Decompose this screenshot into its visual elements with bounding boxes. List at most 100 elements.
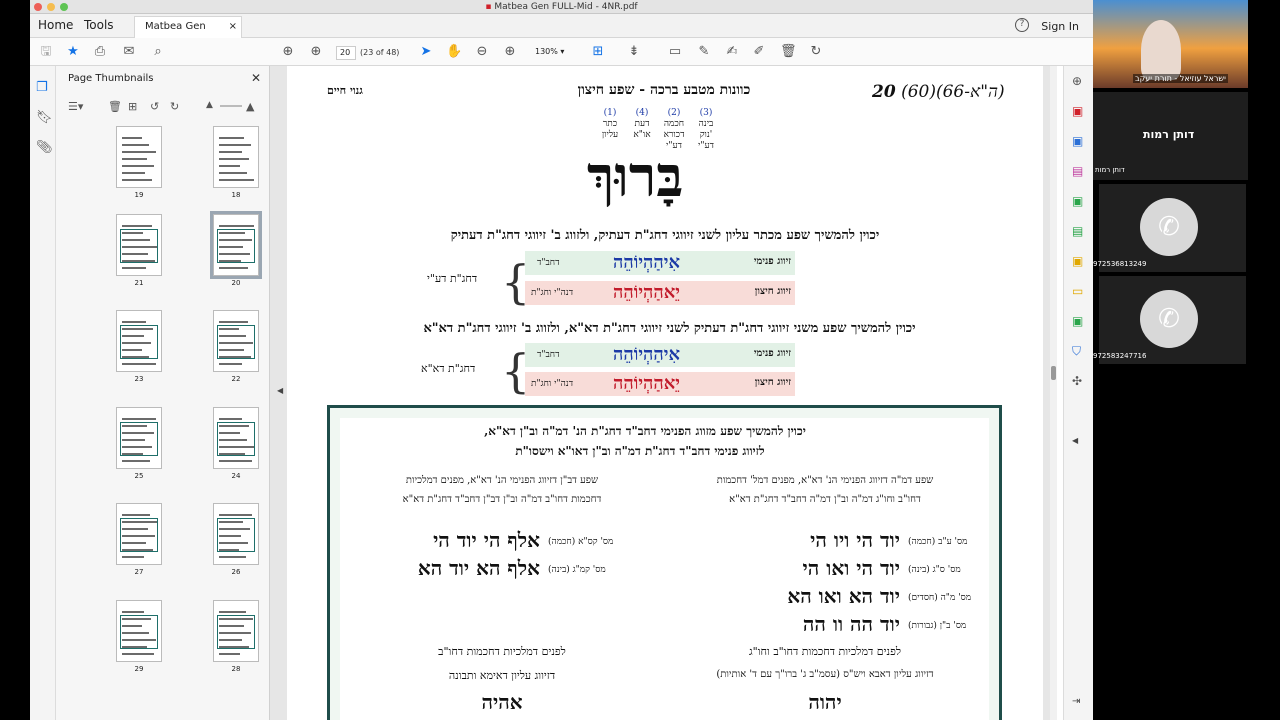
page-thumbnail[interactable] xyxy=(116,407,162,469)
page-thumbnail[interactable] xyxy=(116,600,162,662)
page-thumbnail[interactable] xyxy=(213,503,259,565)
thumbnail-large-icon[interactable]: ▲ xyxy=(246,100,254,113)
create-pdf-icon[interactable]: ▣ xyxy=(1072,104,1083,118)
stamp-icon[interactable]: ✐ xyxy=(751,44,767,60)
row-mid: דחב"ד xyxy=(537,350,560,360)
toolbar: 🖫 ★ ⎙ ✉ ⌕ ⊕ ⊕ 20 (23 of 48) ➤ ✋ ⊖ ⊕ 130%… xyxy=(30,38,1093,66)
tab-document[interactable]: Matbea Gen FULL... × xyxy=(134,16,242,52)
thumbnail-box xyxy=(120,422,158,456)
participant-tile-3[interactable]: ✆ 972583247716 xyxy=(1093,276,1246,364)
protect-icon[interactable]: ⛉ xyxy=(1072,344,1081,359)
highlight-icon[interactable]: ✎ xyxy=(696,44,712,60)
draw-icon[interactable]: ✍ xyxy=(724,44,740,60)
organize-icon[interactable]: ▤ xyxy=(1072,164,1083,178)
page-number-input[interactable]: 20 xyxy=(336,46,356,60)
page-thumbnail[interactable] xyxy=(213,407,259,469)
thumbnail-line xyxy=(219,165,240,167)
more-tools-icon[interactable]: ✣ xyxy=(1072,374,1082,388)
delete-page-icon[interactable]: 🗑 xyxy=(108,100,122,113)
maximize-window-icon[interactable] xyxy=(60,3,68,11)
thumbnail-line xyxy=(219,418,242,420)
bookmarks-icon[interactable]: 🔖︎ xyxy=(36,110,53,125)
sefira-column: (4) דעת או"א xyxy=(627,108,657,141)
thumbnail-line xyxy=(122,556,144,558)
close-window-icon[interactable] xyxy=(34,3,42,11)
page-thumbnail[interactable] xyxy=(213,600,259,662)
export-pdf-icon[interactable]: ▣ xyxy=(1072,194,1083,208)
comment-icon[interactable]: ▭ xyxy=(667,44,683,60)
zoom-in-icon[interactable]: ⊕ xyxy=(502,44,518,60)
sefira-num: (2) xyxy=(667,108,681,118)
zoom-select[interactable]: 130% ▾ xyxy=(532,46,574,60)
delete-icon[interactable]: 🗑 xyxy=(780,44,797,60)
select-tool-icon[interactable]: ➤ xyxy=(418,44,434,60)
zoom-search-icon[interactable]: ⊕ xyxy=(1072,74,1082,88)
tab-tools[interactable]: Tools xyxy=(84,18,114,32)
print-production-icon[interactable]: ▣ xyxy=(1072,314,1083,328)
edit-pdf-icon[interactable]: ▣ xyxy=(1072,254,1083,268)
thumbnail-label: 21 xyxy=(134,279,144,287)
print-icon[interactable]: ⎙ xyxy=(92,44,108,60)
collapse-left-icon[interactable]: ◀ xyxy=(277,386,283,395)
expand-panel-icon[interactable]: ⇥ xyxy=(1072,696,1080,707)
panel-intro-2: לזיווג פנימי דחב"ד דחג"ת דמ"ה וב"ן דאו"א… xyxy=(515,444,765,458)
left-rail: ❐ 🔖︎ 📎︎ xyxy=(30,66,56,720)
combine-icon[interactable]: ▣ xyxy=(1072,134,1083,148)
document-scrollbar[interactable] xyxy=(1050,66,1057,720)
thumbnail-small-icon[interactable]: ▲ xyxy=(206,100,213,110)
page-num: 20 xyxy=(872,82,896,102)
thumbnail-line xyxy=(219,611,246,613)
sefira-column: (3) בינה נוק' דע"י xyxy=(691,108,721,152)
left-foot-3: אהיה xyxy=(481,690,523,714)
participant-tile-1[interactable]: דותן רמות דותן רמות xyxy=(1093,92,1248,180)
fit-page-icon[interactable]: ⊞ xyxy=(590,44,606,60)
collapse-right-icon[interactable]: ◀ xyxy=(1072,436,1078,445)
excel-icon[interactable]: ▤ xyxy=(1072,224,1083,238)
speaker-video[interactable]: ישראל עוזיאל - תורת יעקב xyxy=(1093,0,1248,88)
thumbnail-label: 26 xyxy=(231,568,241,576)
email-icon[interactable]: ✉ xyxy=(121,44,137,60)
sefira-l3: דע"י xyxy=(698,141,714,151)
rotate-left-icon[interactable]: ↺ xyxy=(150,100,159,113)
page-thumbnail[interactable] xyxy=(116,126,162,188)
rotate-right-icon[interactable]: ↻ xyxy=(170,100,179,113)
thumbnail-line xyxy=(122,653,154,655)
thumbnail-size-slider[interactable] xyxy=(220,105,242,107)
thumbnail-line xyxy=(122,165,154,167)
minimize-window-icon[interactable] xyxy=(47,3,55,11)
sign-in-link[interactable]: Sign In xyxy=(1041,20,1079,33)
thumbnail-line xyxy=(122,172,145,174)
options-menu-icon[interactable]: ☰▾ xyxy=(68,100,83,113)
attachments-icon[interactable]: 📎︎ xyxy=(36,140,53,155)
rotate-icon[interactable]: ↻ xyxy=(808,44,824,60)
intro-line-2: יכוין להמשיך שפע משני זיווגי דחג"ת דעתיק… xyxy=(423,321,916,336)
comment-tool-icon[interactable]: ▭ xyxy=(1072,284,1083,298)
save-icon[interactable]: 🖫 xyxy=(38,44,54,60)
page-thumbnail[interactable] xyxy=(116,214,162,276)
right-foot-2: דזיווג עליון דאבא ויש"ס (עסמ"ב ג' ברו"ך … xyxy=(716,669,934,680)
thumbnail-box xyxy=(217,325,255,359)
zoom-out-icon[interactable]: ⊖ xyxy=(474,44,490,60)
participant-tile-2[interactable]: ✆ 972536813249 xyxy=(1093,184,1246,272)
help-icon[interactable]: ? xyxy=(1015,18,1029,32)
search-icon[interactable]: ⌕ xyxy=(150,44,166,60)
star-icon[interactable]: ★ xyxy=(65,44,81,60)
page-thumbnail[interactable] xyxy=(116,310,162,372)
page-thumbnail[interactable] xyxy=(210,211,262,279)
page-thumbnail[interactable] xyxy=(213,126,259,188)
thumbnail-label: 22 xyxy=(231,375,241,383)
close-panel-icon[interactable]: ✕ xyxy=(251,71,261,85)
extract-page-icon[interactable]: ⊞ xyxy=(128,100,137,113)
thumbnail-line xyxy=(122,514,150,516)
page-thumbnail[interactable] xyxy=(213,310,259,372)
tab-home[interactable]: Home xyxy=(38,18,73,32)
divine-name: אִיהַהְיוֹהֵה xyxy=(613,252,681,273)
row-mid: דחב"ד xyxy=(537,258,560,268)
previous-page-icon[interactable]: ⊕ xyxy=(280,44,296,60)
hand-tool-icon[interactable]: ✋ xyxy=(446,44,462,60)
next-page-icon[interactable]: ⊕ xyxy=(308,44,324,60)
page-thumbnails-icon[interactable]: ❐ xyxy=(36,80,48,95)
close-tab-icon[interactable]: × xyxy=(229,17,237,37)
scroll-mode-icon[interactable]: ⇟ xyxy=(626,44,642,60)
page-thumbnail[interactable] xyxy=(116,503,162,565)
